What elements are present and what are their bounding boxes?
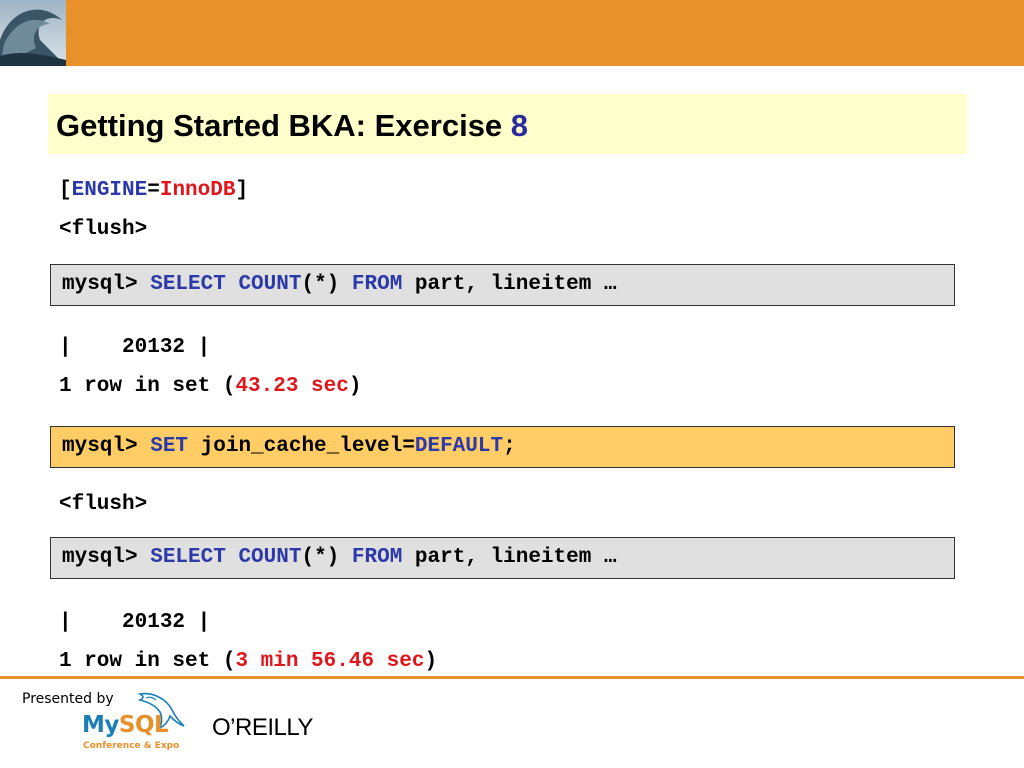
engine-value: InnoDB <box>159 179 236 202</box>
flush-line-2: <flush> <box>59 493 148 516</box>
result-time: 43.23 sec <box>235 375 349 398</box>
mysql-prompt: mysql> <box>62 435 151 458</box>
slide-title: Getting Started BKA: Exercise 8 <box>56 108 528 144</box>
result-suffix: ) <box>424 650 438 673</box>
command-box-1: mysql> SELECT COUNT(*) FROM part, lineit… <box>50 264 955 306</box>
select-keyword: SELECT <box>150 546 226 569</box>
result-time: 3 min 56.46 sec <box>235 650 425 673</box>
table-list: part, lineitem … <box>402 273 617 296</box>
command-box-2: mysql> SET join_cache_level=DEFAULT; <box>50 426 955 468</box>
oreilly-logo: O’REILLY <box>212 714 313 741</box>
default-keyword: DEFAULT <box>414 435 504 458</box>
join-cache-level-variable: join_cache_level= <box>188 435 415 458</box>
result-prefix: 1 row in set ( <box>59 375 236 398</box>
mysql-conference-logo: MySQL Conference & Expo <box>80 690 190 756</box>
engine-open-bracket: [ <box>59 179 72 202</box>
mysql-wordmark: MySQL <box>82 712 169 738</box>
semicolon: ; <box>503 435 516 458</box>
engine-close-bracket: ] <box>235 179 249 202</box>
count-args: (*) <box>301 273 352 296</box>
count-keyword: COUNT <box>238 546 302 569</box>
result-suffix: ) <box>348 375 362 398</box>
wave-logo <box>0 0 66 66</box>
select-keyword: SELECT <box>150 273 226 296</box>
result-row-2: | 20132 | <box>59 611 211 634</box>
command-line-1: mysql> SELECT COUNT(*) FROM part, lineit… <box>62 273 617 296</box>
result-time-line-1: 1 row in set (43.23 sec) <box>59 375 361 398</box>
table-list: part, lineitem … <box>402 546 617 569</box>
footer-divider <box>0 676 1024 679</box>
command-box-3: mysql> SELECT COUNT(*) FROM part, lineit… <box>50 537 955 579</box>
mysql-my: My <box>82 712 119 738</box>
count-keyword: COUNT <box>238 273 302 296</box>
command-line-3: mysql> SELECT COUNT(*) FROM part, lineit… <box>62 546 617 569</box>
mysql-prompt: mysql> <box>62 546 151 569</box>
conference-expo-label: Conference & Expo <box>83 741 180 751</box>
header-bar <box>0 0 1024 66</box>
result-row-1: | 20132 | <box>59 336 211 359</box>
title-text: Getting Started BKA: Exercise <box>56 108 511 143</box>
flush-line-1: <flush> <box>59 218 148 241</box>
result-time-line-2: 1 row in set (3 min 56.46 sec) <box>59 650 437 673</box>
title-number: 8 <box>510 108 529 143</box>
engine-key: ENGINE <box>71 179 148 202</box>
command-line-2: mysql> SET join_cache_level=DEFAULT; <box>62 435 516 458</box>
engine-equals: = <box>147 179 160 202</box>
mysql-prompt: mysql> <box>62 273 151 296</box>
engine-line: [ENGINE=InnoDB] <box>59 179 248 202</box>
mysql-sql: SQL <box>118 712 169 738</box>
from-keyword: FROM <box>351 546 403 569</box>
count-args: (*) <box>301 546 352 569</box>
result-prefix: 1 row in set ( <box>59 650 236 673</box>
from-keyword: FROM <box>351 273 403 296</box>
set-keyword: SET <box>150 435 189 458</box>
title-box: Getting Started BKA: Exercise 8 <box>48 94 967 154</box>
